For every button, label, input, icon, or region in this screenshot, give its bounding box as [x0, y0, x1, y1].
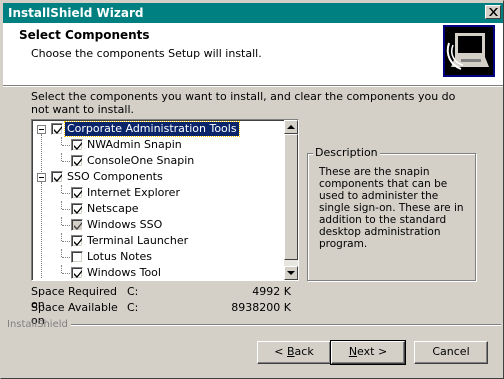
tree-item[interactable]: Windows SSO — [33, 217, 285, 233]
checkmark-icon — [74, 158, 82, 166]
wizard-header: Select Components Choose the components … — [3, 23, 503, 85]
checkmark-icon — [74, 190, 82, 198]
title-bar[interactable]: InstallShield Wizard — [3, 3, 503, 23]
tree-scrollbar[interactable] — [284, 120, 298, 280]
tree-item[interactable]: Lotus Notes — [33, 249, 285, 265]
installshield-brand: InstallShield — [7, 319, 68, 330]
cancel-button[interactable]: Cancel — [414, 341, 488, 364]
collapse-icon[interactable] — [37, 173, 46, 182]
component-label: SSO Components — [67, 170, 163, 183]
component-checkbox[interactable] — [71, 219, 83, 231]
space-available-drive: C: — [127, 301, 139, 314]
component-checkbox[interactable] — [51, 123, 63, 135]
component-checkbox[interactable] — [71, 187, 83, 199]
checkmark-icon — [74, 206, 82, 214]
description-text: These are the snapin components that can… — [319, 166, 464, 250]
header-divider — [3, 85, 503, 87]
component-label: Windows Tool — [87, 266, 161, 279]
back-rest: ack — [294, 345, 314, 358]
checkmark-icon — [74, 142, 82, 150]
space-required-drive: C: — [127, 285, 139, 298]
tree-item[interactable]: Windows Tool — [33, 265, 285, 280]
checkmark-icon — [74, 238, 82, 246]
components-tree[interactable]: Corporate Administration Tools NWAdmin Sn… — [31, 119, 299, 281]
tree-item[interactable]: ConsoleOne Snapin — [33, 153, 285, 169]
component-checkbox[interactable] — [71, 203, 83, 215]
computer-box-icon — [443, 25, 495, 77]
collapse-icon[interactable] — [37, 125, 46, 134]
scroll-thumb[interactable] — [284, 134, 298, 260]
tree-item[interactable]: Netscape — [33, 201, 285, 217]
component-label: Terminal Launcher — [87, 234, 189, 247]
component-checkbox[interactable] — [71, 251, 83, 263]
space-available-value: 8938200 K — [231, 301, 291, 314]
component-checkbox[interactable] — [71, 139, 83, 151]
window-title: InstallShield Wizard — [8, 6, 144, 20]
component-label: Corporate Administration Tools — [64, 121, 240, 137]
tree-item[interactable]: Corporate Administration Tools — [33, 121, 285, 137]
arrow-up-icon — [287, 125, 295, 129]
page-subtitle: Choose the components Setup will install… — [31, 47, 262, 60]
component-checkbox[interactable] — [71, 267, 83, 279]
arrow-down-icon — [287, 271, 295, 275]
instructions-text: Select the components you want to instal… — [31, 90, 456, 116]
checkmark-icon — [54, 174, 62, 182]
tree-item[interactable]: SSO Components — [33, 169, 285, 185]
tree-item[interactable]: Internet Explorer — [33, 185, 285, 201]
component-label: ConsoleOne Snapin — [87, 154, 195, 167]
component-label: Netscape — [87, 202, 139, 215]
component-checkbox[interactable] — [51, 171, 63, 183]
installshield-wizard-window: InstallShield Wizard Select Components C… — [0, 0, 504, 379]
component-label: NWAdmin Snapin — [87, 138, 182, 151]
component-label: Windows SSO — [87, 218, 163, 231]
tree-item[interactable]: NWAdmin Snapin — [33, 137, 285, 153]
space-required-value: 4992 K — [252, 285, 291, 298]
page-title: Select Components — [19, 28, 150, 42]
component-label: Lotus Notes — [87, 250, 152, 263]
scroll-up-button[interactable] — [284, 120, 298, 134]
component-checkbox[interactable] — [71, 235, 83, 247]
next-accel: N — [348, 345, 358, 358]
close-icon — [489, 8, 498, 16]
back-accel: B — [287, 345, 295, 358]
checkmark-icon — [54, 126, 62, 134]
scroll-down-button[interactable] — [284, 266, 298, 280]
description-label: Description — [313, 146, 380, 159]
close-button[interactable] — [485, 5, 501, 19]
component-label: Internet Explorer — [87, 186, 180, 199]
next-button[interactable]: Next > — [330, 340, 406, 365]
back-prefix: < — [274, 345, 287, 358]
back-button[interactable]: < Back — [257, 341, 331, 364]
tree-items: Corporate Administration Tools NWAdmin Sn… — [33, 121, 285, 280]
checkmark-icon — [74, 222, 82, 230]
tree-item[interactable]: Terminal Launcher — [33, 233, 285, 249]
component-checkbox[interactable] — [71, 155, 83, 167]
checkmark-icon — [74, 270, 82, 278]
brand-divider — [71, 324, 501, 326]
next-rest: ext > — [357, 345, 388, 358]
